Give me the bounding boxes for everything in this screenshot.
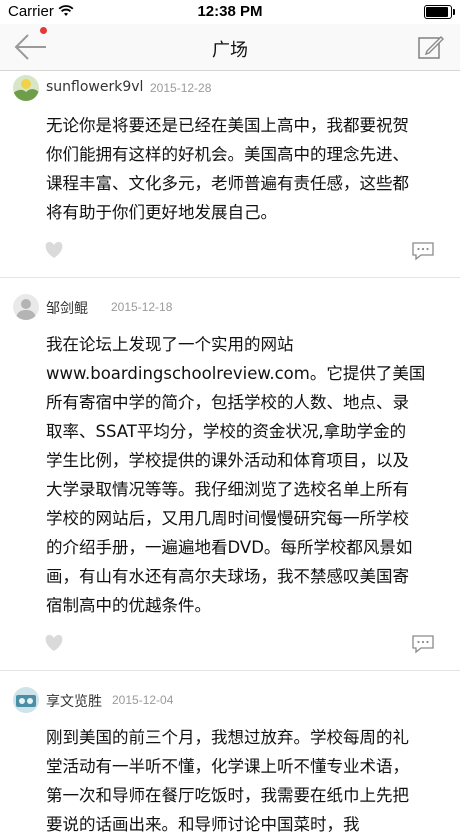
status-bar: Carrier 12:38 PM [0,0,460,24]
like-button[interactable] [44,241,64,259]
username[interactable]: sunflowerk9vl [46,79,143,95]
post-feed: sunflowerk9vl 2015-12-28 无论你是将要还是已经在美国上高… [0,71,460,839]
comment-button[interactable] [411,241,435,261]
comment-icon [412,635,434,654]
post-actions [0,620,460,670]
comment-icon [412,242,434,261]
comment-button[interactable] [411,634,435,654]
like-button[interactable] [44,634,64,652]
post-item: 享文览胜 2015-12-04 刚到美国的前三个月，我想过放弃。学校每周的礼 堂… [0,671,460,839]
post-text: 无论你是将要还是已经在美国上高中，我都要祝贺 你们能拥有这样的好机会。美国高中的… [46,116,409,222]
avatar[interactable] [13,294,39,320]
post-date: 2015-12-28 [150,81,212,95]
post-actions [0,227,460,277]
post-text: 我在论坛上发现了一个实用的网站 www.boardingschoolreview… [46,335,426,615]
page-title: 广场 [212,40,248,61]
heart-icon [45,634,63,651]
compose-icon [418,36,444,59]
username[interactable]: 邹剑鲲 [46,298,88,318]
post-item: 邹剑鲲 2015-12-18 我在论坛上发现了一个实用的网站 www.board… [0,278,460,671]
avatar[interactable] [13,75,39,101]
username[interactable]: 享文览胜 [46,691,102,711]
compose-button[interactable] [416,32,446,62]
post-item: sunflowerk9vl 2015-12-28 无论你是将要还是已经在美国上高… [0,71,460,278]
post-header: sunflowerk9vl 2015-12-28 [0,71,460,105]
battery-icon [424,5,455,19]
avatar[interactable] [13,687,39,713]
post-date: 2015-12-04 [112,693,174,707]
heart-icon [45,241,63,258]
clock: 12:38 PM [197,3,263,20]
post-date: 2015-12-18 [111,300,173,314]
post-text: 刚到美国的前三个月，我想过放弃。学校每周的礼 堂活动有一半听不懂，化学课上听不懂… [46,728,409,834]
post-header: 邹剑鲲 2015-12-18 [0,290,460,324]
notification-badge [40,27,47,34]
post-header: 享文览胜 2015-12-04 [0,683,460,717]
navigation-bar: 广场 [0,24,460,71]
